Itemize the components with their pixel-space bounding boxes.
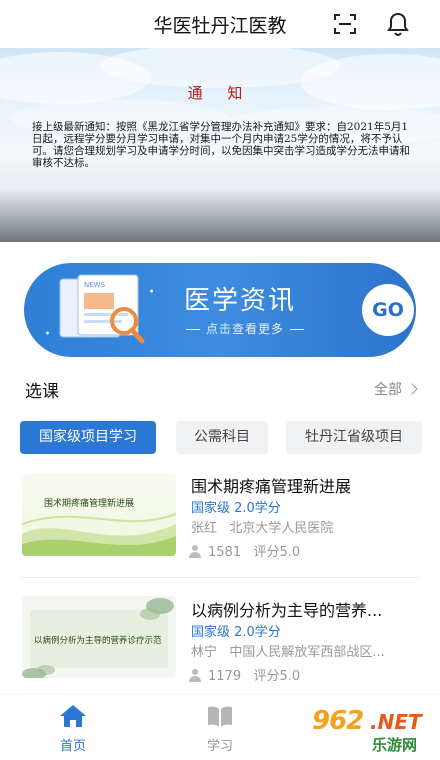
app-header: 华医牡丹江医教 xyxy=(0,0,440,48)
person-icon xyxy=(189,545,201,558)
course-title[interactable]: 围术期疼痛管理新进展 xyxy=(191,473,351,497)
news-card-title: 医学资讯 xyxy=(184,286,297,316)
site-watermark-logo: 962 .NET 乐游网 xyxy=(300,702,436,756)
divider xyxy=(22,577,418,578)
course-level: 国家级 2.0学分 xyxy=(191,501,281,516)
app-title: 华医牡丹江医教 xyxy=(153,15,287,37)
view-all-link[interactable]: 全部 xyxy=(374,379,418,399)
thumbnail-text: 以病例分析为主导的营养诊疗示范 xyxy=(34,636,162,646)
tab-national-projects[interactable]: 国家级项目学习 xyxy=(20,421,156,454)
nav-study-label: 学习 xyxy=(206,739,233,754)
bell-icon[interactable] xyxy=(385,11,411,37)
course-thumbnail[interactable]: 以病例分析为主导的营养诊疗示范 xyxy=(22,596,176,678)
nav-home[interactable]: 首页 xyxy=(33,703,113,754)
view-all-label: 全部 xyxy=(374,382,402,398)
watermark-cn: 乐游网 xyxy=(372,736,418,754)
view-count: 1581 xyxy=(208,545,242,560)
course-level: 国家级 2.0学分 xyxy=(191,625,281,640)
course-title[interactable]: 以病例分析为主导的营养... xyxy=(191,597,382,621)
go-button[interactable]: GO xyxy=(362,284,414,336)
news-illustration-label: NEWS xyxy=(84,281,106,289)
tab-public-subjects[interactable]: 公需科目 xyxy=(176,421,268,454)
rating: 评分5.0 xyxy=(253,545,301,560)
scan-icon[interactable] xyxy=(333,12,357,36)
course-item[interactable]: 围术期疼痛管理新进展 围术期疼痛管理新进展 国家级 2.0学分 张红 北京大学人… xyxy=(0,466,440,578)
course-item[interactable]: 以病例分析为主导的营养诊疗示范 以病例分析为主导的营养... 国家级 2.0学分… xyxy=(0,590,440,702)
course-stats: 1581 评分5.0 xyxy=(188,541,300,560)
green-wave-art xyxy=(22,513,176,556)
rating: 评分5.0 xyxy=(253,669,301,684)
notice-text: 接上级最新通知：按照《黑龙江省学分管理办法补充通知》要求：自2021年5月1日起… xyxy=(32,121,410,169)
notice-banner[interactable]: 通 知 接上级最新通知：按照《黑龙江省学分管理办法补充通知》要求：自2021年5… xyxy=(0,48,440,242)
course-thumbnail[interactable]: 围术期疼痛管理新进展 xyxy=(22,474,176,556)
teacher-name: 张红 xyxy=(191,521,218,536)
nav-home-label: 首页 xyxy=(59,739,86,754)
watermark-number: 962 xyxy=(312,706,364,736)
thumbnail-text: 围术期疼痛管理新进展 xyxy=(44,499,135,509)
nav-study[interactable]: 学习 xyxy=(180,703,260,754)
person-icon xyxy=(189,669,201,682)
view-count: 1179 xyxy=(208,669,242,684)
hospital-name: 中国人民解放军西部战区... xyxy=(229,645,385,660)
tab-provincial-projects[interactable]: 牡丹江省级项目 xyxy=(286,421,422,454)
hospital-name: 北京大学人民医院 xyxy=(229,521,334,536)
section-title: 选课 xyxy=(25,382,59,402)
course-teacher-line: 林宁 中国人民解放军西部战区... xyxy=(191,641,385,660)
teacher-name: 林宁 xyxy=(191,645,218,660)
chevron-right-icon xyxy=(406,383,418,395)
home-icon xyxy=(60,705,86,727)
book-icon xyxy=(208,706,232,727)
notice-title: 通 知 xyxy=(187,84,253,102)
course-stats: 1179 评分5.0 xyxy=(188,665,300,684)
news-card-subtitle: 点击查看更多 xyxy=(206,322,285,336)
news-illustration-icon: NEWS xyxy=(46,274,153,344)
watermark-net: .NET xyxy=(370,710,422,734)
medical-news-card[interactable]: NEWS 医学资讯 点击查看更多 GO xyxy=(24,263,416,357)
course-teacher-line: 张红 北京大学人民医院 xyxy=(191,517,333,536)
news-card-subtitle-wrap: 点击查看更多 xyxy=(180,320,310,337)
